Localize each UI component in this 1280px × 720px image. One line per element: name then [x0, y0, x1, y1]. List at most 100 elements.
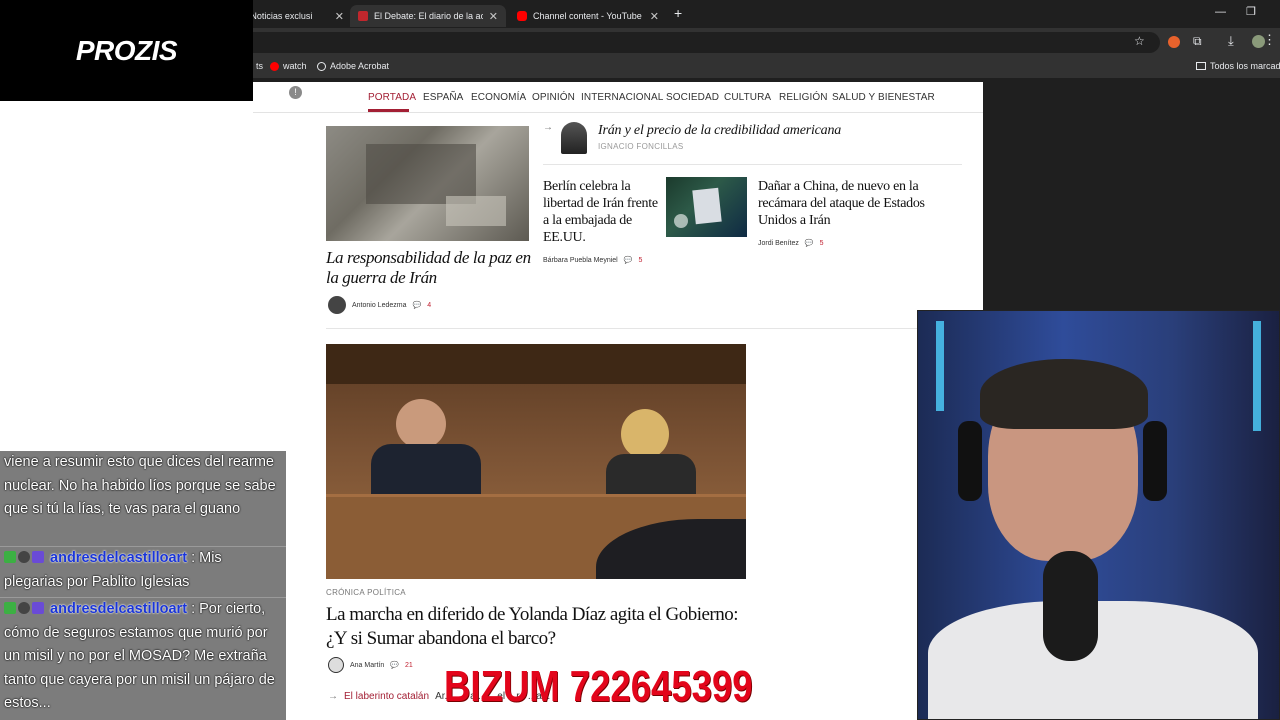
satellite-image[interactable] — [326, 126, 529, 241]
comment-icon[interactable]: 💬 — [412, 301, 421, 309]
hair-shape — [980, 359, 1148, 429]
close-icon[interactable]: ✕ — [489, 10, 498, 23]
nav-internacional[interactable]: INTERNACIONAL — [581, 92, 663, 103]
moderator-badge-icon — [4, 551, 16, 563]
nav-opinion[interactable]: OPINIÓN — [532, 92, 575, 103]
related-link-label[interactable]: El laberinto catalán — [344, 691, 429, 702]
info-icon[interactable]: ! — [289, 86, 302, 99]
bookmark-label: ts — [256, 61, 264, 71]
light-strip-shape — [936, 321, 944, 411]
author-name[interactable]: Bárbara Puebla Meyniel — [543, 257, 618, 264]
story-berlin-title[interactable]: Berlín celebra la libertad de Irán frent… — [543, 178, 663, 246]
tab-youtube-studio[interactable]: Channel content - YouTube Stu ✕ — [509, 5, 667, 27]
author-portrait — [561, 122, 587, 154]
opinion-title[interactable]: Irán y el precio de la credibilidad amer… — [598, 123, 841, 139]
menu-icon[interactable]: ⋮ — [1263, 32, 1276, 48]
youtube-favicon-icon — [517, 11, 527, 21]
chat-message: andresdelcastilloart : Por cierto, cómo … — [4, 598, 284, 716]
lead-story-byline: Antonio Ledezma 💬 4 — [328, 296, 431, 314]
chat-username[interactable]: andresdelcastilloart — [50, 601, 187, 617]
chat-text: : Por cierto, cómo de seguros estamos qu… — [4, 601, 275, 711]
author-name[interactable]: Jordi Benítez — [758, 240, 799, 247]
globe-icon — [317, 61, 326, 71]
section-nav: ! PORTADA ESPAÑA ECONOMÍA OPINIÓN INTERN… — [253, 82, 983, 113]
story-berlin-byline: Bárbara Puebla Meyniel 💬 5 — [543, 256, 642, 265]
star-icon[interactable]: ☆ — [1134, 34, 1145, 48]
sub-badge-icon — [32, 551, 44, 563]
feature-photo[interactable] — [326, 344, 746, 579]
brand-text: PROZIS — [75, 34, 178, 66]
lead-story-title[interactable]: La responsabilidad de la paz en la guerr… — [326, 248, 536, 288]
comment-icon[interactable]: 💬 — [390, 661, 399, 669]
headphone-shape — [958, 421, 982, 501]
sign-shape — [692, 187, 722, 225]
close-icon[interactable]: ✕ — [650, 10, 659, 23]
minimize-icon[interactable]: — — [1215, 6, 1226, 18]
author-name[interactable]: Antonio Ledezma — [352, 302, 406, 309]
comment-count: 4 — [427, 301, 432, 309]
member-badge-icon — [18, 551, 30, 563]
chat-message: viene a resumir esto que dices del rearm… — [4, 451, 284, 522]
moderator-badge-icon — [4, 602, 16, 614]
chat-text: viene a resumir esto que dices del rearm… — [4, 454, 276, 517]
bookmark-label: watch — [283, 61, 307, 71]
chat-overlay: viene a resumir esto que dices del rearm… — [0, 451, 286, 720]
arrow-icon: → — [328, 691, 338, 702]
nav-portada[interactable]: PORTADA — [368, 92, 416, 103]
author-avatar — [328, 296, 346, 314]
divider — [543, 164, 962, 165]
download-icon[interactable]: ⤓ — [1228, 33, 1234, 49]
extension-icon[interactable] — [1168, 36, 1180, 48]
microphone-shape — [1043, 551, 1098, 661]
new-tab-button[interactable]: + — [674, 5, 682, 21]
comment-icon[interactable]: 💬 — [624, 256, 633, 264]
sub-badge-icon — [32, 602, 44, 614]
comment-count: 21 — [404, 661, 413, 669]
light-strip-shape — [1253, 321, 1261, 431]
opinion-author[interactable]: IGNACIO FONCILLAS — [598, 142, 684, 151]
nav-cultura[interactable]: CULTURA — [724, 92, 771, 103]
feature-title[interactable]: La marcha en diferido de Yolanda Díaz ag… — [326, 603, 746, 651]
web-page: ! PORTADA ESPAÑA ECONOMÍA OPINIÓN INTERN… — [253, 82, 983, 720]
headphone-shape — [1143, 421, 1167, 501]
maximize-icon[interactable]: ❐ — [1246, 5, 1256, 18]
nav-religion[interactable]: RELIGIÓN — [779, 92, 828, 103]
person-head-shape — [621, 409, 669, 459]
author-name[interactable]: Ana Martín — [350, 662, 384, 669]
story-china-byline: Jordi Benítez 💬 5 — [758, 239, 824, 248]
nav-sociedad[interactable]: SOCIEDAD — [666, 92, 719, 103]
tab-title: El Debate: El diario de la actual — [374, 11, 483, 21]
nav-economia[interactable]: ECONOMÍA — [471, 92, 526, 103]
bizum-banner: BIZUM 722645399 — [444, 662, 753, 711]
chat-username[interactable]: andresdelcastilloart — [50, 550, 187, 566]
bookmark-adobe-acrobat[interactable]: Adobe Acrobat — [317, 61, 389, 71]
bookmark-label: Adobe Acrobat — [330, 61, 390, 71]
puzzle-icon[interactable]: ⧉ — [1193, 34, 1202, 49]
close-icon[interactable]: ✕ — [335, 10, 344, 23]
tab-el-debate[interactable]: El Debate: El diario de la actual ✕ — [350, 5, 506, 27]
building-shape — [366, 144, 476, 204]
comment-count: 5 — [819, 239, 824, 247]
address-bar[interactable]: ☆ — [240, 32, 1160, 53]
story-china-title[interactable]: Dañar a China, de nuevo en la recámara d… — [758, 178, 958, 229]
comment-icon[interactable]: 💬 — [805, 239, 814, 247]
bookmark-all[interactable]: Todos los marcadores — [1196, 61, 1280, 71]
bookmark-ts[interactable]: ts — [256, 61, 263, 71]
nav-salud-bienestar[interactable]: SALUD Y BIENESTAR — [832, 92, 935, 103]
divider — [326, 328, 962, 329]
person-head-shape — [396, 399, 446, 449]
feature-kicker[interactable]: CRÓNICA POLÍTICA — [326, 588, 406, 597]
story-china-image[interactable] — [666, 177, 747, 237]
nav-espana[interactable]: ESPAÑA — [423, 92, 463, 103]
member-badge-icon — [18, 602, 30, 614]
bookmark-label: Todos los marcadores — [1210, 61, 1280, 71]
el-debate-favicon-icon — [358, 11, 368, 21]
folder-icon — [1196, 62, 1206, 70]
author-avatar — [328, 657, 344, 673]
bookmark-watch[interactable]: watch — [270, 61, 307, 71]
ground-shape — [446, 196, 506, 226]
camera-icon — [674, 214, 688, 228]
brand-logo: PROZIS — [0, 0, 253, 101]
tab-title: Channel content - YouTube Stu — [533, 11, 644, 21]
webcam-feed — [917, 310, 1280, 720]
